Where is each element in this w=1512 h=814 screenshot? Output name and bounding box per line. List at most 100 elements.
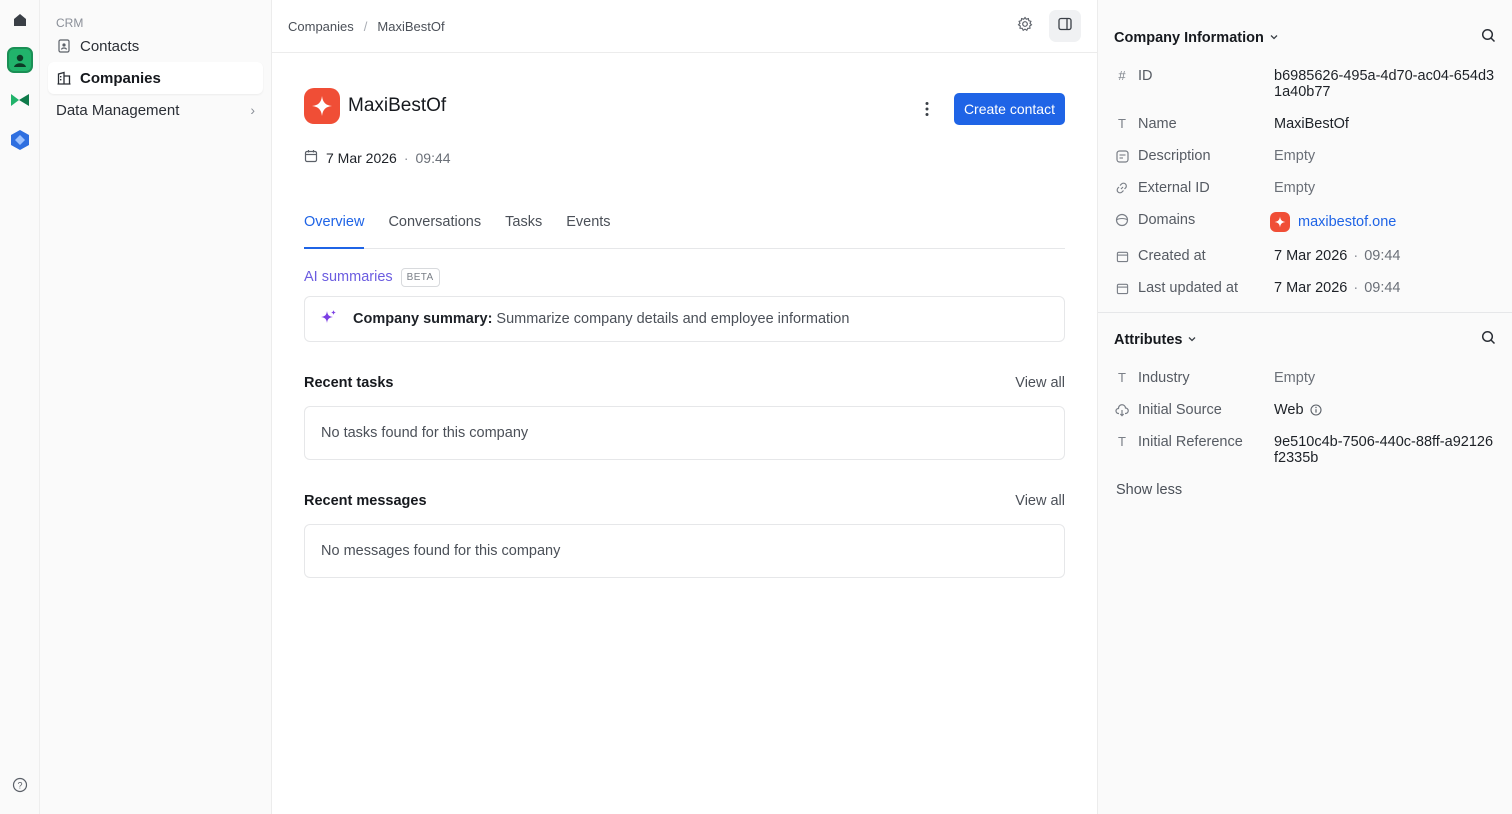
attribute-label: Initial Source [1138,402,1222,418]
field-value: 7 Mar 2026 · 09:44 [1274,280,1496,296]
chevron-right-icon: › [250,102,255,118]
field-value: 7 Mar 2026 · 09:44 [1274,248,1496,264]
sidebar: CRM Contacts Companies Data Management › [40,0,272,814]
attribute-industry: T Industry Empty [1098,370,1512,386]
hash-icon: # [1118,68,1126,83]
field-value[interactable]: Empty [1274,148,1496,164]
field-label: Domains [1138,212,1196,228]
created-time: 09:44 [415,149,451,166]
tab-bar: Overview Conversations Tasks Events [304,203,1065,249]
company-summary-card[interactable]: Company summary: Summarize company detai… [304,296,1065,342]
created-at-time: 09:44 [1364,248,1401,264]
attribute-value[interactable]: Web [1274,402,1496,418]
domain-favicon-icon [1270,212,1290,232]
field-value[interactable]: MaxiBestOf [1274,116,1496,132]
sparkles-icon [321,309,337,329]
attribute-label: Initial Reference [1138,434,1243,450]
sidebar-item-label: Data Management [56,101,180,119]
field-value[interactable]: Empty [1274,180,1496,196]
automation-app-icon[interactable] [7,127,33,153]
search-icon[interactable] [1481,330,1496,350]
updated-at-date: 7 Mar 2026 [1274,280,1348,296]
info-icon[interactable] [1310,404,1322,416]
crm-app-icon[interactable] [7,47,33,73]
details-panel: Company Information # ID b6985626-495a-4d… [1098,0,1512,814]
sidebar-item-data-management[interactable]: Data Management › [48,94,263,126]
field-last-updated-at: Last updated at 7 Mar 2026 · 09:44 [1098,280,1512,296]
separator-dot: · [1353,248,1359,264]
attribute-initial-source: Initial Source Web [1098,402,1512,418]
attributes-header[interactable]: Attributes [1098,327,1512,353]
text-type-icon: T [1118,116,1126,131]
field-id: # ID b6985626-495a-4d70-ac04-654d31a40b77 [1098,68,1512,100]
recent-tasks-header: Recent tasks View all [304,373,1065,393]
company-information-header[interactable]: Company Information [1098,25,1512,51]
ai-summaries-header: AI summaries BETA [304,266,1065,288]
recent-messages-view-all[interactable]: View all [1015,493,1065,509]
company-header: MaxiBestOf 7 Mar 2026 · 09:44 Create con… [304,53,1065,203]
created-date: 7 Mar 2026 [326,149,397,166]
attribute-value[interactable]: Empty [1274,370,1496,386]
company-logo [304,88,340,124]
breadcrumb-parent[interactable]: Companies [288,19,354,34]
recent-messages-header: Recent messages View all [304,491,1065,511]
show-less-button[interactable]: Show less [1098,482,1512,498]
building-icon [56,70,72,86]
separator-dot: · [1353,280,1359,296]
sidebar-item-contacts[interactable]: Contacts [48,30,263,62]
breadcrumb-current: MaxiBestOf [377,18,445,34]
updated-at-time: 09:44 [1364,280,1401,296]
domain-text[interactable]: maxibestof.one [1298,214,1396,230]
sidebar-section-label: CRM [56,16,84,30]
recent-tasks-title: Recent tasks [304,375,394,391]
tab-overview[interactable]: Overview [304,203,365,249]
tab-conversations[interactable]: Conversations [388,203,481,249]
panel-divider [1098,312,1512,313]
toggle-panel-button[interactable] [1049,10,1081,42]
company-information-title: Company Information [1114,30,1264,46]
more-options-button[interactable] [917,98,937,120]
attribute-value[interactable]: 9e510c4b-7506-440c-88ff-a92126f2335b [1274,434,1496,466]
recent-tasks-view-all[interactable]: View all [1015,375,1065,391]
field-created-at: Created at 7 Mar 2026 · 09:44 [1098,248,1512,264]
recent-messages-title: Recent messages [304,493,427,509]
home-icon[interactable] [7,7,33,33]
recent-messages-empty: No messages found for this company [304,524,1065,578]
chevron-down-icon [1187,334,1197,347]
sidebar-item-label: Companies [80,69,161,87]
field-label: External ID [1138,180,1210,196]
inbox-app-icon[interactable] [7,87,33,113]
initial-source-value: Web [1274,402,1304,418]
note-icon [1114,148,1130,164]
field-description: Description Empty [1098,148,1512,164]
recent-tasks-empty: No tasks found for this company [304,406,1065,460]
attribute-initial-reference: T Initial Reference 9e510c4b-7506-440c-88… [1098,434,1512,466]
help-icon[interactable]: ? [12,777,28,798]
app-rail: ? [0,0,40,814]
domain-link[interactable]: maxibestof.one [1270,212,1496,232]
create-contact-button[interactable]: Create contact [953,93,1065,125]
field-label: Created at [1138,248,1206,264]
field-external-id: External ID Empty [1098,180,1512,196]
tab-events[interactable]: Events [566,203,610,249]
globe-icon [1114,212,1130,228]
gear-icon [1017,16,1033,37]
created-datetime: 7 Mar 2026 · 09:44 [304,149,451,166]
text-type-icon: T [1118,434,1126,449]
company-name: MaxiBestOf [348,95,447,116]
summary-title: Company summary: [353,311,493,327]
attribute-label: Industry [1138,370,1190,386]
text-type-icon: T [1118,370,1126,385]
sidebar-item-companies[interactable]: Companies [48,62,263,94]
chevron-down-icon [1269,32,1279,45]
tab-tasks[interactable]: Tasks [505,203,542,249]
search-icon[interactable] [1481,28,1496,48]
main-content: Companies / MaxiBestOf MaxiBestOf 7 Mar … [272,0,1098,814]
beta-badge: BETA [400,267,440,287]
calendar-icon [304,149,318,166]
sidebar-item-label: Contacts [80,37,140,55]
settings-button[interactable] [1009,10,1041,42]
field-value[interactable]: b6985626-495a-4d70-ac04-654d31a40b77 [1274,68,1496,100]
created-at-date: 7 Mar 2026 [1274,248,1348,264]
field-label: Name [1138,116,1177,132]
